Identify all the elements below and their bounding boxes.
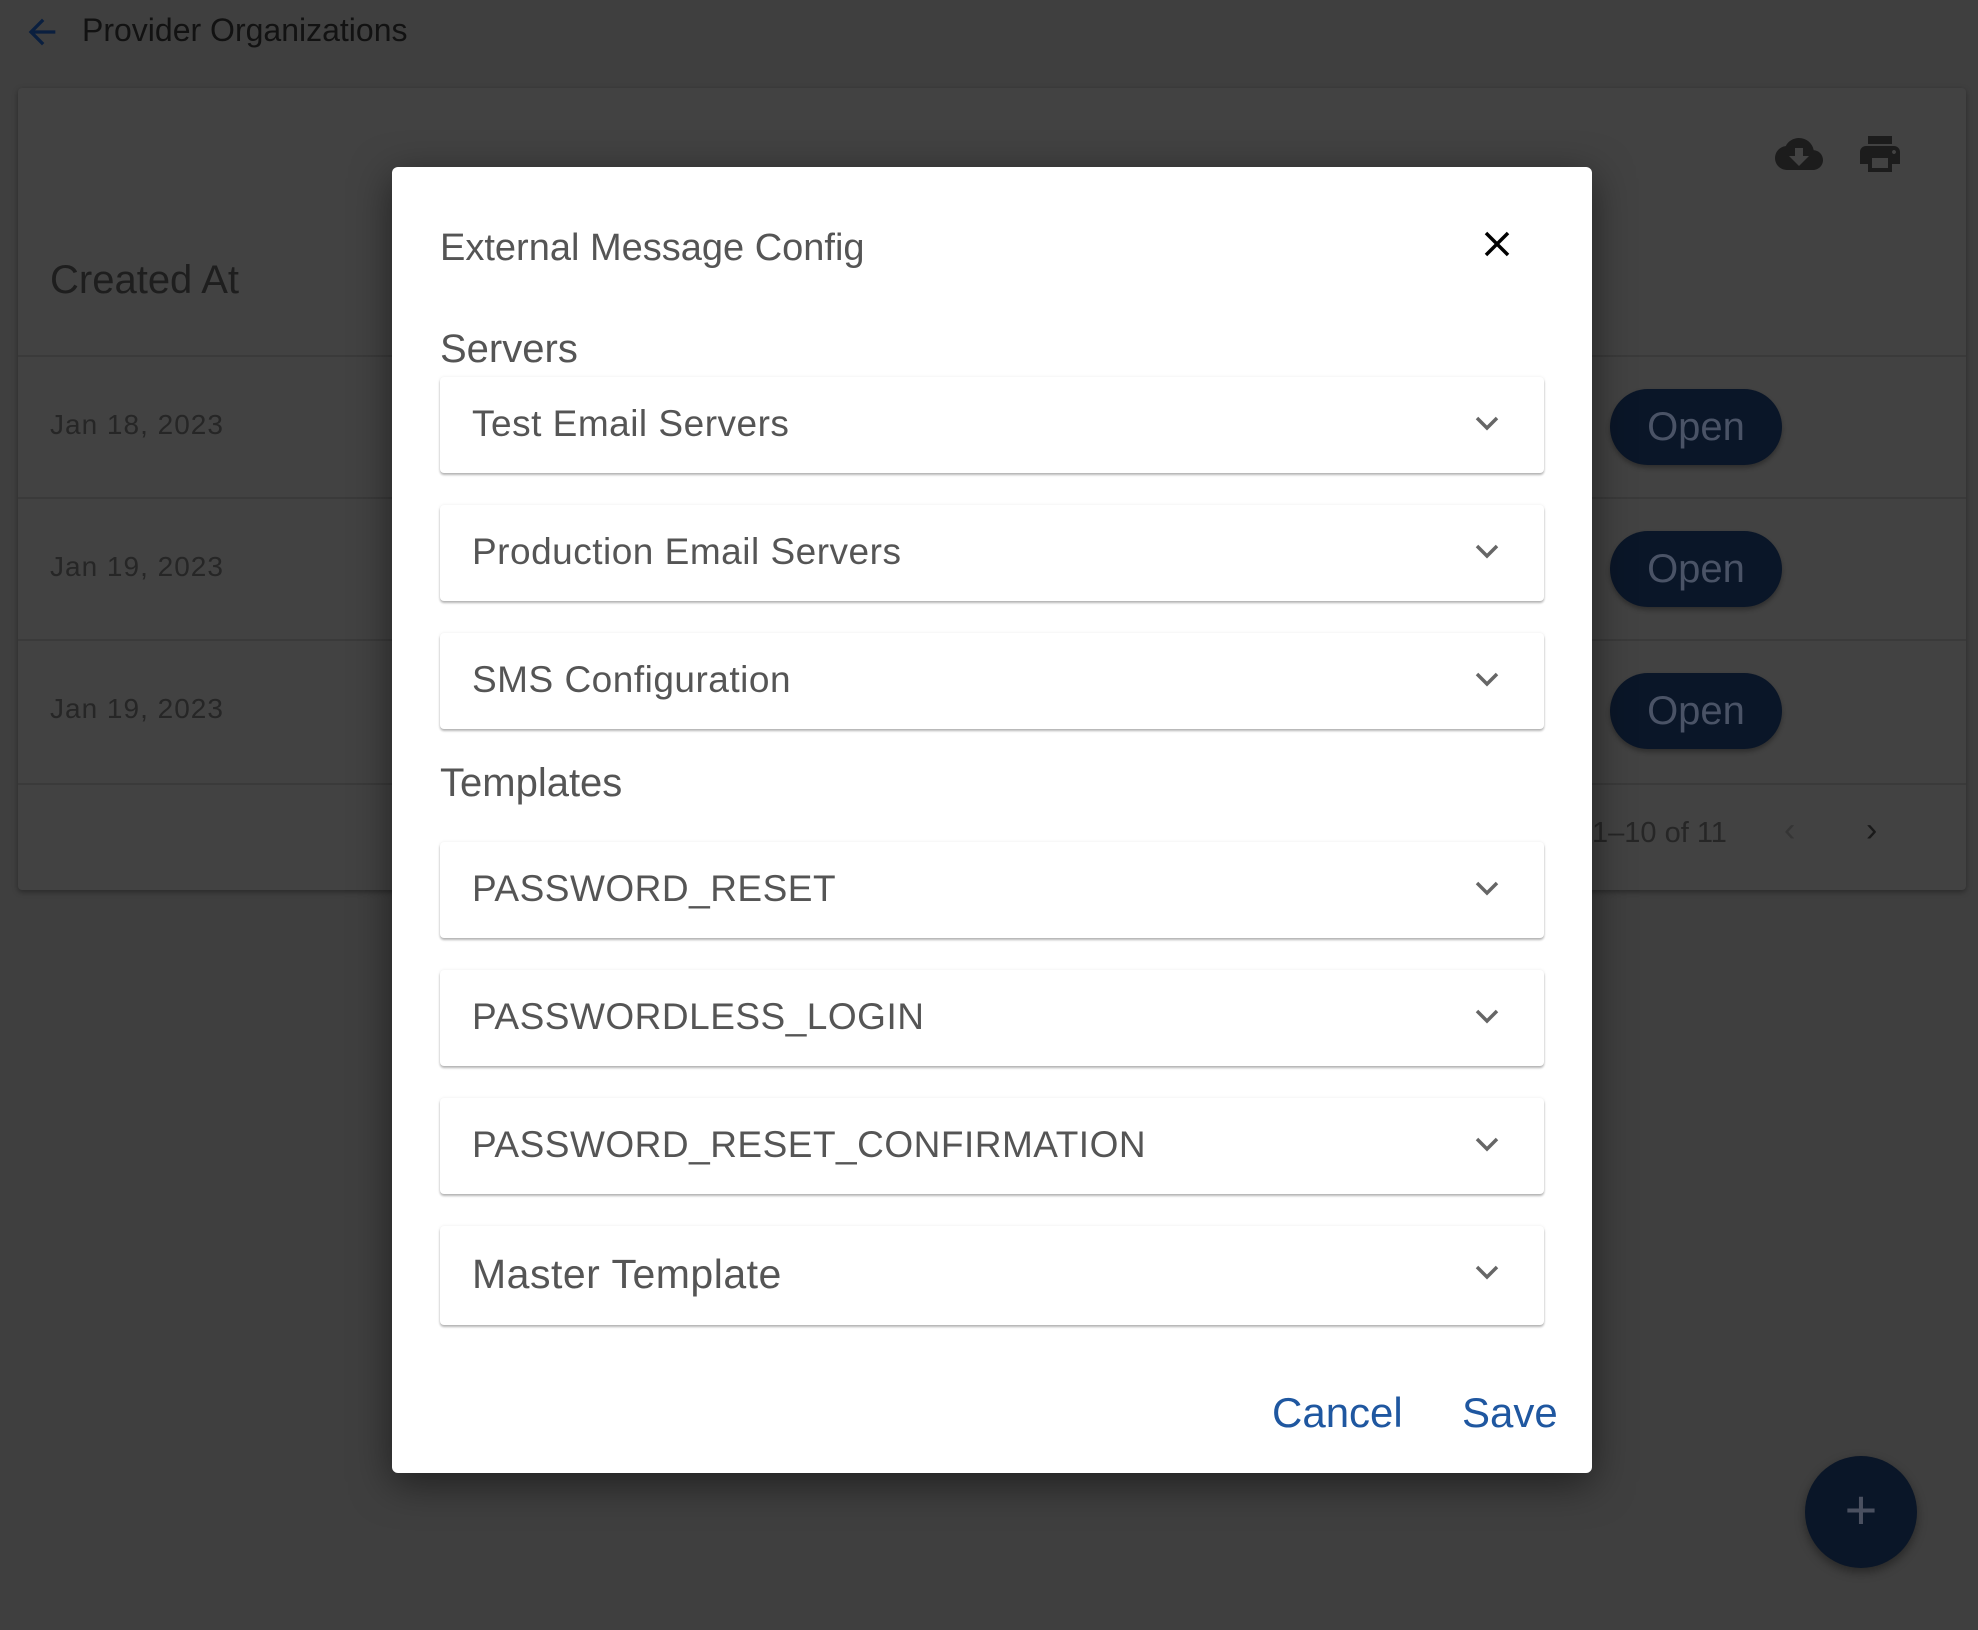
accordion-label: SMS Configuration	[472, 659, 792, 700]
accordion-label: Production Email Servers	[472, 531, 902, 572]
accordion-test-email-servers[interactable]: Test Email Servers	[440, 377, 1544, 473]
add-button[interactable]: +	[1805, 1456, 1917, 1568]
accordion-production-email-servers[interactable]: Production Email Servers	[440, 505, 1544, 601]
accordion-passwordless-login[interactable]: PASSWORDLESS_LOGIN	[440, 970, 1544, 1066]
chevron-right-icon[interactable]: ›	[1866, 811, 1877, 850]
accordion-password-reset-confirmation[interactable]: PASSWORD_RESET_CONFIRMATION	[440, 1098, 1544, 1194]
chevron-left-icon[interactable]: ‹	[1784, 811, 1795, 850]
arrow-left-icon[interactable]	[22, 12, 62, 52]
chevron-down-icon	[1475, 416, 1499, 431]
external-message-config-dialog: External Message Config Servers Test Ema…	[392, 167, 1592, 1473]
page-title: Provider Organizations	[82, 12, 408, 48]
created-at-cell: Jan 18, 2023	[50, 409, 224, 440]
open-button[interactable]: Open	[1610, 673, 1782, 749]
dialog-title: External Message Config	[440, 227, 865, 269]
templates-heading: Templates	[440, 761, 623, 805]
cloud-download-icon[interactable]	[1773, 130, 1825, 178]
open-button[interactable]: Open	[1610, 531, 1782, 607]
save-button[interactable]: Save	[1462, 1389, 1558, 1437]
close-icon[interactable]	[1476, 223, 1518, 265]
chevron-down-icon	[1475, 1265, 1499, 1280]
open-button[interactable]: Open	[1610, 389, 1782, 465]
accordion-label: PASSWORDLESS_LOGIN	[472, 996, 925, 1037]
created-at-cell: Jan 19, 2023	[50, 551, 224, 582]
chevron-down-icon	[1475, 1137, 1499, 1152]
created-at-cell: Jan 19, 2023	[50, 693, 224, 724]
accordion-sms-configuration[interactable]: SMS Configuration	[440, 633, 1544, 729]
chevron-down-icon	[1475, 544, 1499, 559]
accordion-label: PASSWORD_RESET_CONFIRMATION	[472, 1124, 1147, 1165]
accordion-label: PASSWORD_RESET	[472, 868, 837, 909]
accordion-password-reset[interactable]: PASSWORD_RESET	[440, 842, 1544, 938]
chevron-down-icon	[1475, 1009, 1499, 1024]
accordion-master-template[interactable]: Master Template	[440, 1226, 1544, 1325]
chevron-down-icon	[1475, 672, 1499, 687]
column-header-created-at[interactable]: Created At	[50, 258, 239, 303]
accordion-label: Master Template	[472, 1251, 782, 1297]
servers-heading: Servers	[440, 327, 578, 371]
page-header: Provider Organizations	[0, 0, 1978, 70]
accordion-label: Test Email Servers	[472, 403, 790, 444]
printer-icon[interactable]	[1854, 130, 1906, 178]
cancel-button[interactable]: Cancel	[1272, 1389, 1403, 1437]
chevron-down-icon	[1475, 881, 1499, 896]
pagination-range: 1–10 of 11	[1592, 817, 1727, 849]
